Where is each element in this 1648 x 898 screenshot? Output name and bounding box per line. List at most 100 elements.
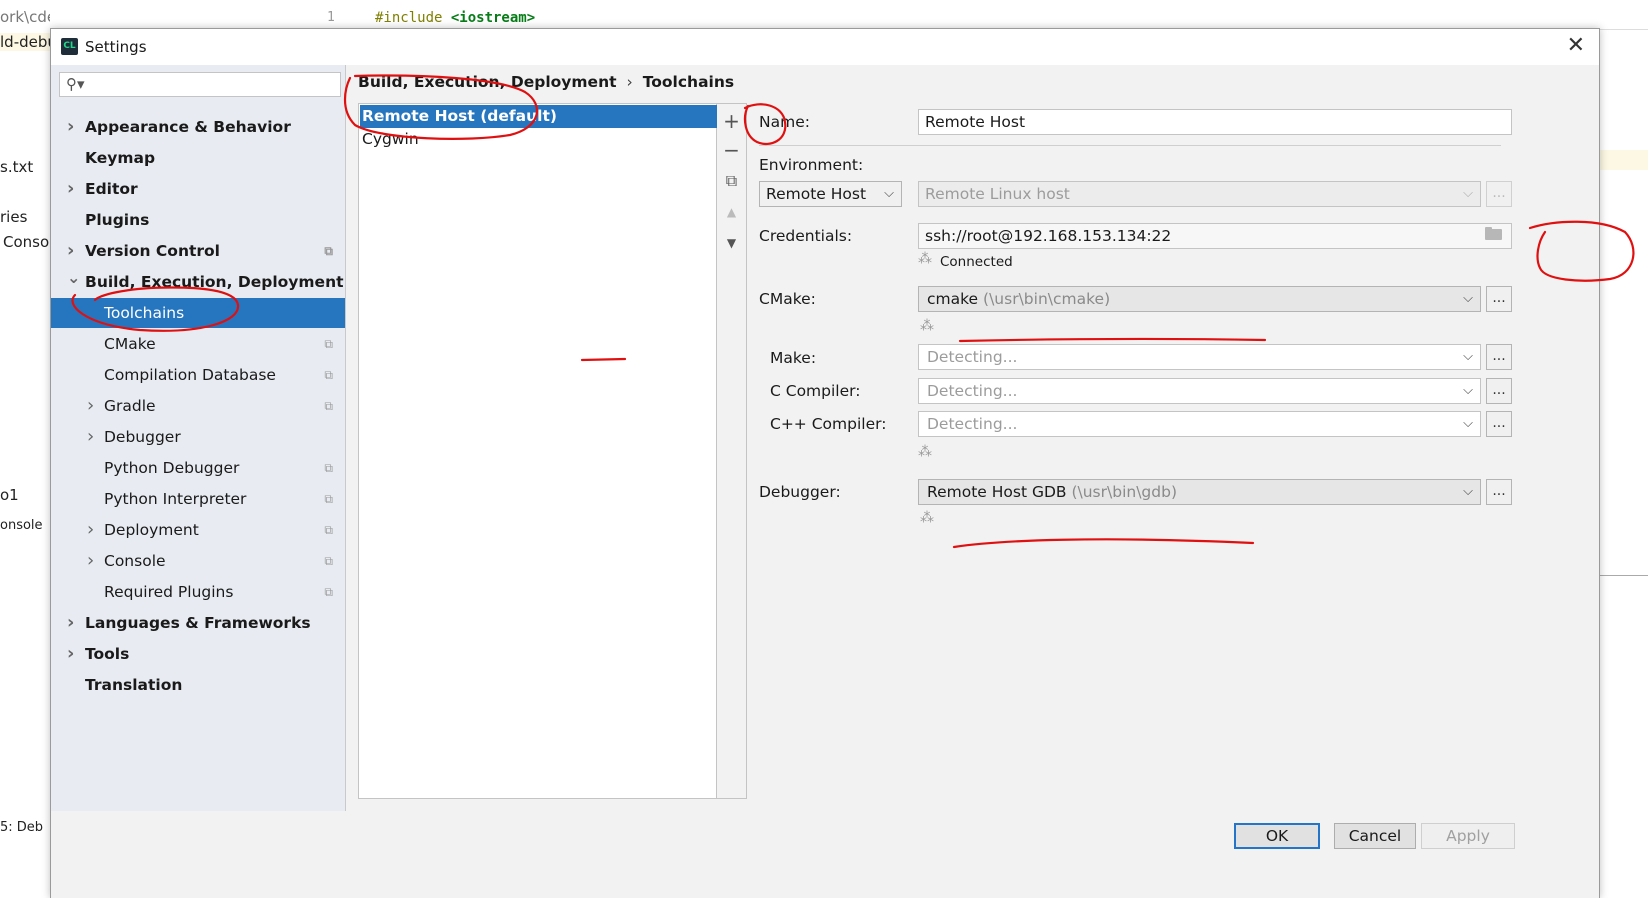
sidebar-item-version-control[interactable]: › Version Control ⧉: [51, 236, 345, 266]
make-dropdown[interactable]: Detecting... ⌵: [918, 344, 1481, 370]
credentials-field[interactable]: ssh://root@192.168.153.134:22: [918, 223, 1512, 249]
sidebar-item-translation[interactable]: Translation: [51, 670, 345, 700]
bg-debug-tab-text: 5: Deb: [0, 820, 44, 835]
sidebar-item-deployment[interactable]: › Deployment ⧉: [51, 515, 345, 545]
move-down-button[interactable]: ▼: [717, 229, 746, 257]
sidebar-item-tools[interactable]: › Tools: [51, 639, 345, 669]
clion-app-icon: CL: [61, 38, 78, 55]
chevron-right-icon[interactable]: ›: [67, 639, 74, 669]
remove-toolchain-button[interactable]: −: [717, 136, 746, 164]
search-icon[interactable]: ⚲▾: [66, 75, 85, 93]
debugger-dropdown[interactable]: Remote Host GDB (\usr\bin\gdb) ⌵: [918, 479, 1481, 505]
environment-dropdown[interactable]: Remote Host ⌵: [759, 181, 902, 207]
chevron-right-icon[interactable]: ›: [87, 422, 94, 452]
remote-host-browse-button[interactable]: ...: [1486, 181, 1512, 207]
cmake-label: CMake:: [759, 290, 816, 308]
copy-toolchain-button[interactable]: ⧉: [717, 167, 746, 195]
bg-path-text: ork\cdemo1: [0, 8, 50, 26]
chevron-down-icon: ⌵: [1463, 349, 1473, 364]
toolchain-toolbar: + − ⧉ ▲ ▼: [717, 103, 747, 799]
search-input[interactable]: [88, 75, 336, 94]
sidebar-item-python-debugger[interactable]: Python Debugger ⧉: [51, 453, 345, 483]
toolchain-item-cygwin[interactable]: Cygwin: [360, 128, 717, 151]
debugger-path: (\usr\bin\gdb): [1071, 483, 1177, 501]
c-compiler-value: Detecting...: [927, 382, 1018, 400]
chevron-right-icon[interactable]: ›: [67, 112, 74, 142]
project-scope-icon: ⧉: [324, 337, 333, 351]
bg-divider: [1600, 575, 1648, 576]
cpp-compiler-dropdown[interactable]: Detecting... ⌵: [918, 411, 1481, 437]
remote-host-placeholder: Remote Linux host: [925, 185, 1070, 203]
chevron-right-icon[interactable]: ›: [87, 546, 94, 576]
sidebar-item-gradle[interactable]: › Gradle ⧉: [51, 391, 345, 421]
folder-icon[interactable]: [1485, 227, 1503, 241]
sidebar-item-python-interpreter[interactable]: Python Interpreter ⧉: [51, 484, 345, 514]
close-button[interactable]: ✕: [1567, 35, 1585, 57]
sidebar-item-compilation-database[interactable]: Compilation Database ⧉: [51, 360, 345, 390]
add-toolchain-button[interactable]: +: [717, 107, 746, 135]
chevron-right-icon[interactable]: ›: [67, 236, 74, 266]
make-browse-button[interactable]: ...: [1486, 344, 1512, 370]
c-compiler-browse-button[interactable]: ...: [1486, 378, 1512, 404]
sidebar-item-toolchains[interactable]: Toolchains: [51, 298, 345, 328]
debugger-value: Remote Host GDB: [927, 483, 1067, 501]
chevron-right-icon[interactable]: ›: [67, 608, 74, 638]
chevron-right-icon[interactable]: ›: [67, 174, 74, 204]
environment-value: Remote Host: [766, 185, 867, 203]
chevron-right-icon[interactable]: ›: [87, 515, 94, 545]
bg-highlight: [1600, 150, 1648, 170]
dialog-footer: OK Cancel Apply: [51, 811, 1599, 898]
name-field[interactable]: Remote Host: [918, 109, 1512, 135]
c-compiler-dropdown[interactable]: Detecting... ⌵: [918, 378, 1481, 404]
project-scope-icon: ⧉: [324, 585, 333, 599]
sidebar-item-required-plugins[interactable]: Required Plugins ⧉: [51, 577, 345, 607]
sidebar-item-label: Debugger: [104, 428, 181, 446]
chevron-down-icon: ⌵: [1463, 383, 1473, 398]
bg-line-number: 1: [327, 10, 335, 25]
sidebar-item-label: Translation: [85, 676, 183, 694]
cmake-path: (\usr\bin\cmake): [983, 290, 1111, 308]
bg-console-text: Consol: [3, 233, 50, 251]
sidebar-item-debugger[interactable]: › Debugger: [51, 422, 345, 452]
sidebar-item-cmake[interactable]: CMake ⧉: [51, 329, 345, 359]
environment-label: Environment:: [759, 156, 864, 174]
toolchain-item-remote-host[interactable]: Remote Host (default): [360, 105, 717, 128]
sidebar-item-appearance-behavior[interactable]: › Appearance & Behavior: [51, 112, 345, 142]
credentials-value: ssh://root@192.168.153.134:22: [925, 227, 1172, 245]
settings-search[interactable]: ⚲▾: [59, 72, 341, 97]
sidebar-item-label: Plugins: [85, 211, 150, 229]
move-up-button[interactable]: ▲: [717, 198, 746, 226]
project-scope-icon: ⧉: [324, 368, 333, 382]
sidebar-item-console[interactable]: › Console ⧉: [51, 546, 345, 576]
sidebar-item-plugins[interactable]: Plugins: [51, 205, 345, 235]
dialog-titlebar: CL Settings ✕: [51, 29, 1599, 65]
cmake-value: cmake: [927, 290, 979, 308]
sidebar-item-build-execution-deployment[interactable]: ⌄ Build, Execution, Deployment: [51, 267, 345, 297]
cmake-dropdown[interactable]: cmake (\usr\bin\cmake) ⌵: [918, 286, 1481, 312]
apply-button[interactable]: Apply: [1421, 823, 1515, 849]
form-divider: [759, 145, 1501, 146]
sidebar-item-label: Required Plugins: [104, 583, 234, 601]
debugger-browse-button[interactable]: ...: [1486, 479, 1512, 505]
bg-tab-text: o1: [0, 486, 19, 504]
ok-button[interactable]: OK: [1234, 823, 1320, 849]
sidebar-item-label: Keymap: [85, 149, 156, 167]
cpp-compiler-browse-button[interactable]: ...: [1486, 411, 1512, 437]
spinner-icon: ⁂: [918, 444, 932, 460]
debugger-label: Debugger:: [759, 483, 841, 501]
sidebar-item-label: Toolchains: [104, 304, 185, 322]
background-ide-left: ork\cdemo1 ld-debu s.txt ries Consol o1 …: [0, 0, 50, 898]
chevron-down-icon[interactable]: ⌄: [67, 263, 80, 293]
project-scope-icon: ⧉: [324, 244, 333, 258]
background-ide-right: [1600, 30, 1648, 898]
cmake-browse-button[interactable]: ...: [1486, 286, 1512, 312]
sidebar-item-editor[interactable]: › Editor: [51, 174, 345, 204]
chevron-down-icon: ⌵: [1463, 186, 1473, 201]
background-editor: 1 #include <iostream>: [315, 0, 1648, 30]
breadcrumb-parent[interactable]: Build, Execution, Deployment: [358, 73, 617, 91]
chevron-right-icon[interactable]: ›: [87, 391, 94, 421]
project-scope-icon: ⧉: [324, 554, 333, 568]
sidebar-item-keymap[interactable]: Keymap: [51, 143, 345, 173]
sidebar-item-languages-frameworks[interactable]: › Languages & Frameworks: [51, 608, 345, 638]
cancel-button[interactable]: Cancel: [1334, 823, 1416, 849]
